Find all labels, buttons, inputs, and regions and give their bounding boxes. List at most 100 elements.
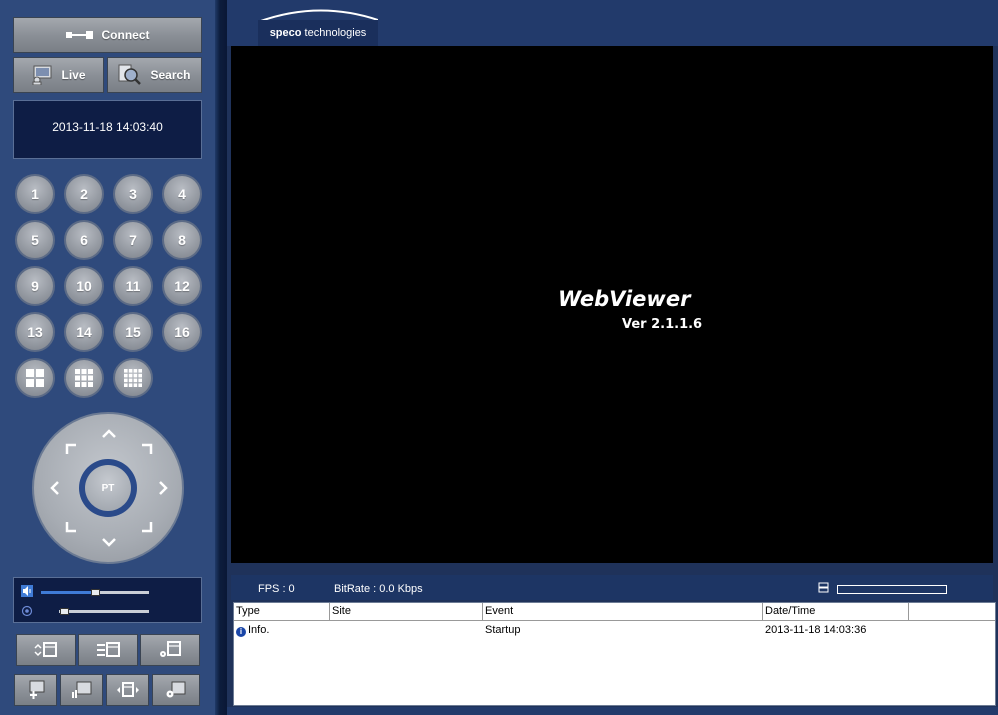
- monitor-icon: [71, 681, 91, 698]
- channel-label: 11: [125, 278, 141, 294]
- datetime-text: 2013-11-18 14:03:40: [52, 120, 163, 134]
- bottom-edge: [227, 707, 998, 715]
- channel-14-button[interactable]: 14: [64, 312, 104, 352]
- control-panel: Connect Live Search 2013-11-18 14:03:40 …: [0, 0, 215, 715]
- pan-up-icon[interactable]: [99, 424, 119, 444]
- channel-8-button[interactable]: 8: [162, 220, 202, 260]
- channel-label: 8: [178, 232, 186, 248]
- pan-up-right-icon[interactable]: [137, 439, 157, 459]
- microphone-icon[interactable]: [21, 605, 33, 617]
- layout-4x4-button[interactable]: [113, 358, 153, 398]
- pan-left-icon[interactable]: [45, 478, 65, 498]
- search-button[interactable]: Search: [107, 57, 202, 93]
- ptz-center-label: PT: [101, 482, 115, 494]
- current-datetime: 2013-11-18 14:03:40: [13, 100, 202, 159]
- capture-button[interactable]: [14, 674, 57, 706]
- search-label: Search: [150, 68, 191, 82]
- status-bar: FPS : 0 BitRate : 0.0 Kbps: [231, 575, 993, 600]
- camera-settings-button[interactable]: [140, 634, 200, 666]
- ptz-control: PT: [32, 412, 184, 564]
- pan-right-icon[interactable]: [153, 478, 173, 498]
- channel-16-button[interactable]: 16: [162, 312, 202, 352]
- connect-button[interactable]: Connect: [13, 17, 202, 53]
- live-button[interactable]: Live: [13, 57, 104, 93]
- camera-gear-icon: [160, 641, 181, 657]
- layout-3x3-icon: [75, 369, 93, 387]
- channel-12-button[interactable]: 12: [162, 266, 202, 306]
- channel-label: 4: [178, 186, 186, 202]
- hdd-usage-bar: [837, 585, 947, 594]
- channel-label: 15: [125, 324, 141, 340]
- channel-label: 7: [129, 232, 137, 248]
- column-header-datetime[interactable]: Date/Time: [763, 603, 909, 620]
- capture-icon: [29, 680, 44, 699]
- mic-track[interactable]: [59, 610, 149, 613]
- camera-updown-icon: [34, 642, 57, 657]
- channel-6-button[interactable]: 6: [64, 220, 104, 260]
- network-icon: [65, 31, 93, 39]
- cell-type: i Info.: [234, 623, 269, 638]
- camera-move-icon: [116, 682, 139, 697]
- channel-label: 10: [76, 278, 92, 294]
- cell-datetime: 2013-11-18 14:03:36: [765, 624, 867, 636]
- event-log-table: Type Site Event Date/Time i Info. Startup…: [233, 602, 996, 706]
- pan-up-left-icon[interactable]: [61, 439, 81, 459]
- layout-2x2-button[interactable]: [15, 358, 55, 398]
- channel-label: 12: [174, 278, 190, 294]
- log-header-row: Type Site Event Date/Time: [234, 603, 995, 621]
- cell-type-text: Info.: [248, 624, 270, 636]
- channel-label: 3: [129, 186, 137, 202]
- channel-10-button[interactable]: 10: [64, 266, 104, 306]
- layout-3x3-button[interactable]: [64, 358, 104, 398]
- cell-event: Startup: [485, 624, 521, 636]
- camera-list-button[interactable]: [78, 634, 138, 666]
- channel-5-button[interactable]: 5: [15, 220, 55, 260]
- channel-label: 5: [31, 232, 39, 248]
- channel-9-button[interactable]: 9: [15, 266, 55, 306]
- fps-readout: FPS : 0: [258, 583, 295, 595]
- live-monitor-icon: [32, 65, 52, 85]
- hdd-icon: [818, 582, 829, 593]
- column-header-site[interactable]: Site: [330, 603, 483, 620]
- column-header-type[interactable]: Type: [234, 603, 330, 620]
- search-icon: [118, 64, 142, 85]
- channel-label: 6: [80, 232, 88, 248]
- channel-15-button[interactable]: 15: [113, 312, 153, 352]
- layout-4x4-icon: [124, 369, 142, 387]
- pan-down-icon[interactable]: [99, 532, 119, 552]
- channel-1-button[interactable]: 1: [15, 174, 55, 214]
- channel-3-button[interactable]: 3: [113, 174, 153, 214]
- channel-11-button[interactable]: 11: [113, 266, 153, 306]
- setup-button[interactable]: [152, 674, 200, 706]
- brand-rest: technologies: [301, 27, 367, 39]
- camera-move-button[interactable]: [106, 674, 149, 706]
- pan-down-left-icon[interactable]: [61, 517, 81, 537]
- stream-setting-button[interactable]: [16, 634, 76, 666]
- channel-4-button[interactable]: 4: [162, 174, 202, 214]
- channel-2-button[interactable]: 2: [64, 174, 104, 214]
- volume-fill: [41, 591, 95, 594]
- speaker-icon[interactable]: [21, 585, 33, 597]
- volume-slider-thumb[interactable]: [91, 589, 100, 596]
- camera-list-icon: [97, 642, 120, 657]
- channel-label: 13: [27, 324, 43, 340]
- mic-slider-thumb[interactable]: [59, 608, 69, 615]
- channel-label: 9: [31, 278, 39, 294]
- pan-down-right-icon[interactable]: [137, 517, 157, 537]
- audio-controls: [13, 577, 202, 623]
- column-header-event[interactable]: Event: [483, 603, 763, 620]
- brand-logo: speco technologies: [258, 20, 378, 46]
- channel-label: 1: [31, 186, 39, 202]
- ptz-center-button[interactable]: PT: [85, 465, 131, 511]
- channel-label: 2: [80, 186, 88, 202]
- channel-13-button[interactable]: 13: [15, 312, 55, 352]
- brand-bold: speco: [269, 27, 302, 39]
- channel-label: 14: [76, 324, 92, 340]
- viewer-title: WebViewer: [558, 287, 691, 311]
- column-header-blank: [909, 603, 995, 620]
- channel-7-button[interactable]: 7: [113, 220, 153, 260]
- info-icon: i: [236, 627, 246, 637]
- playback-button[interactable]: [60, 674, 103, 706]
- live-label: Live: [61, 68, 86, 82]
- panel-divider[interactable]: [215, 0, 227, 715]
